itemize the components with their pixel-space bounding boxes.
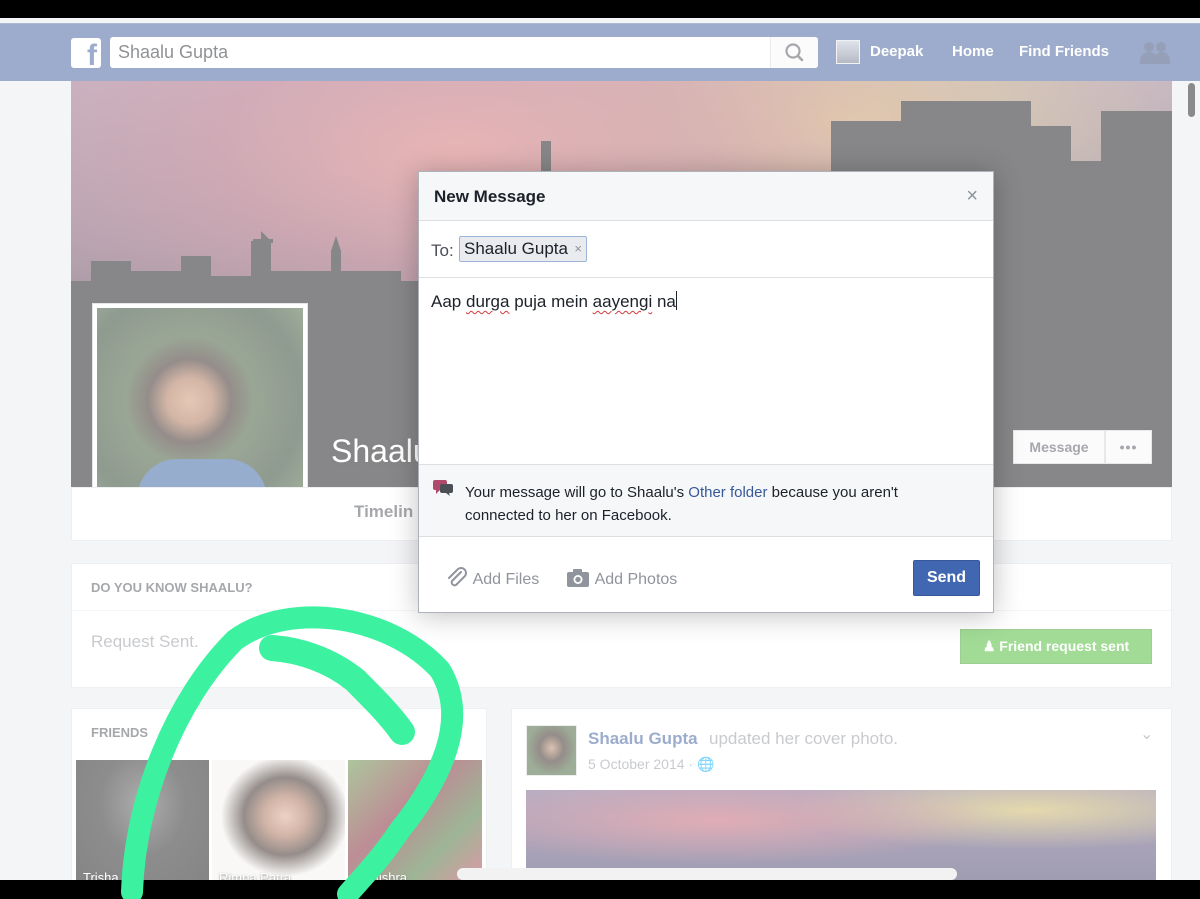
- recipient-token[interactable]: Shaalu Gupta ×: [459, 236, 587, 262]
- notice-text: Your message will go to Shaalu's Other f…: [465, 484, 898, 524]
- remove-recipient-icon[interactable]: ×: [574, 237, 582, 261]
- other-folder-notice: Your message will go to Shaalu's Other f…: [419, 464, 993, 537]
- add-files-button[interactable]: Add Files: [445, 567, 539, 589]
- dialog-footer: Add Files Add Photos Send: [419, 538, 993, 613]
- other-folder-link[interactable]: Other folder: [688, 484, 767, 501]
- message-notice-icon: [433, 480, 453, 496]
- dialog-header: New Message ×: [419, 172, 993, 221]
- to-label: To:: [431, 241, 454, 260]
- recipient-row[interactable]: To: Shaalu Gupta ×: [419, 221, 993, 278]
- screen: f Shaalu Gupta Deepak Home Find Friends: [0, 18, 1200, 880]
- bottom-bezel: [0, 880, 1200, 899]
- paperclip-icon: [448, 567, 467, 587]
- new-message-dialog: New Message × To: Shaalu Gupta × Aap dur…: [418, 171, 994, 613]
- message-textarea[interactable]: Aap durga puja mein aayengi na: [419, 279, 993, 464]
- home-indicator[interactable]: [457, 868, 957, 880]
- message-text[interactable]: Aap durga puja mein aayengi na: [431, 291, 677, 312]
- text-cursor: [675, 291, 677, 310]
- camera-icon: [567, 569, 589, 587]
- recipient-name: Shaalu Gupta: [464, 239, 568, 258]
- send-button[interactable]: Send: [913, 560, 980, 596]
- dialog-title: New Message: [434, 187, 546, 206]
- scrollbar[interactable]: [1188, 83, 1195, 117]
- add-photos-button[interactable]: Add Photos: [565, 567, 677, 589]
- close-icon[interactable]: ×: [966, 186, 978, 206]
